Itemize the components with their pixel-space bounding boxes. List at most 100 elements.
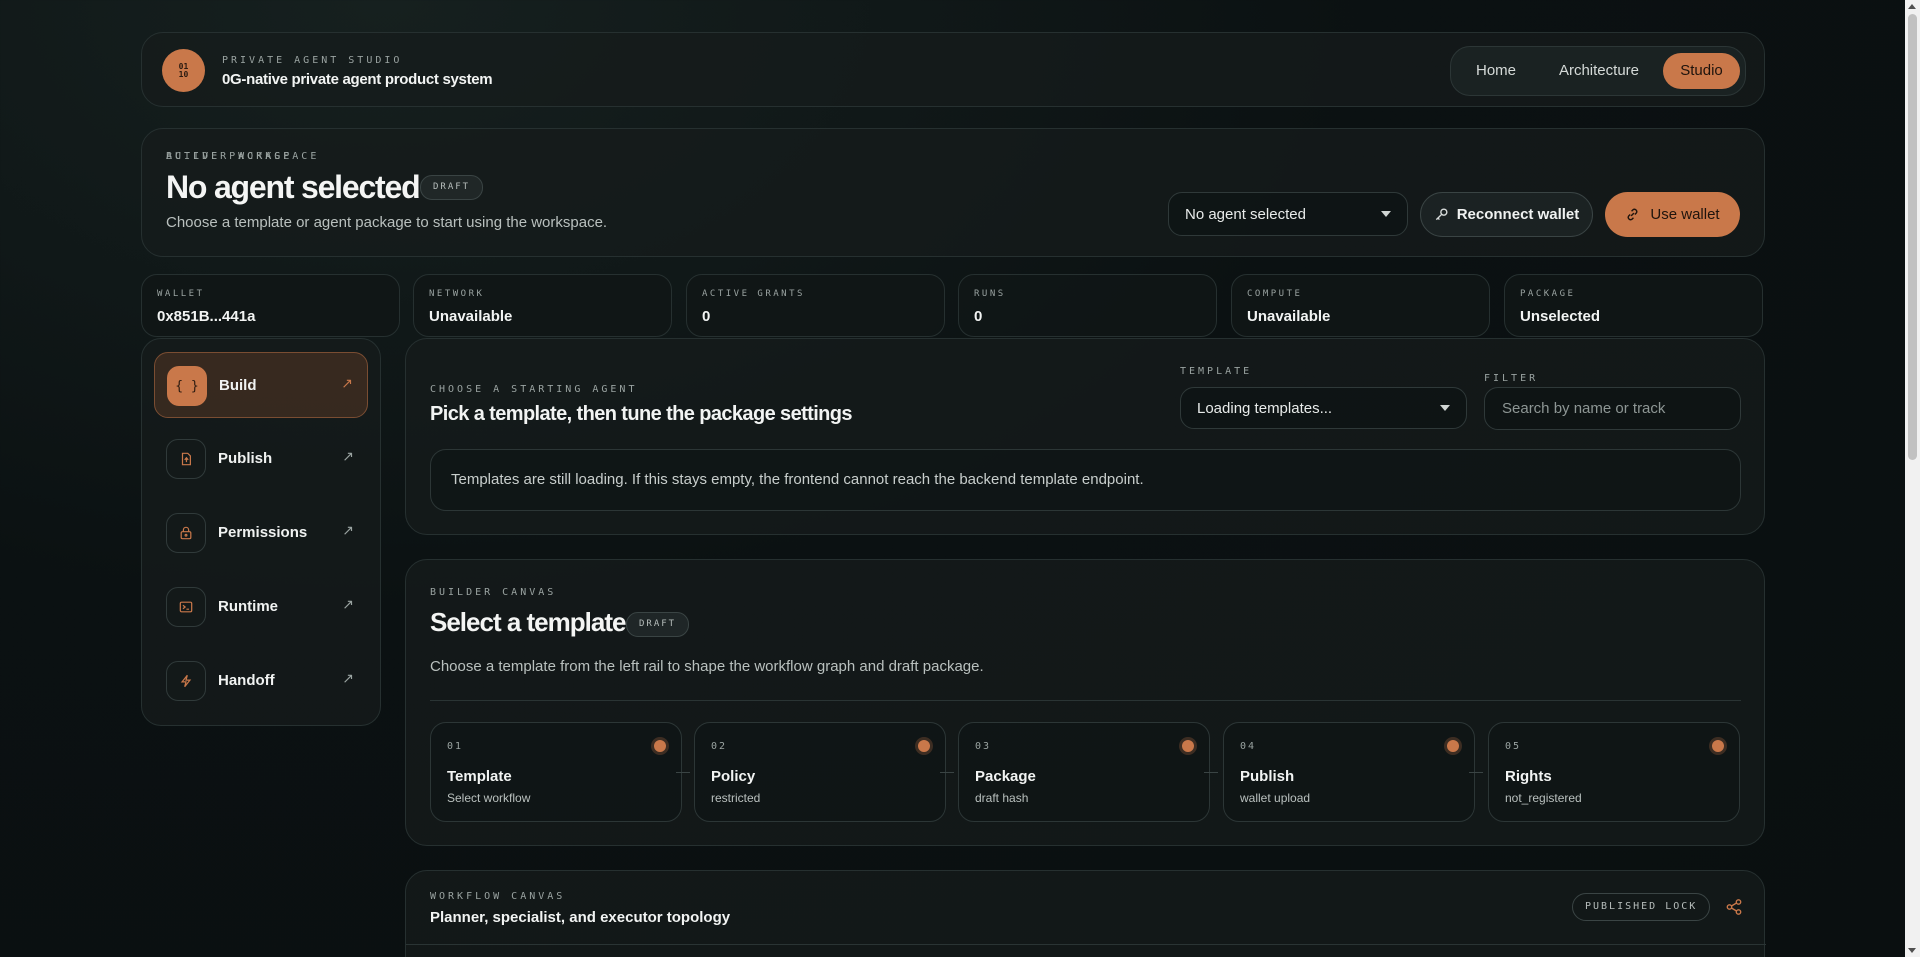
- step-number: 01: [447, 741, 464, 752]
- sidebar-item-label: Runtime: [218, 598, 278, 615]
- use-wallet-label: Use wallet: [1650, 206, 1720, 223]
- sidebar-item-label: Build: [219, 377, 257, 394]
- step-card-rights[interactable]: 05 Rights not_registered: [1488, 722, 1740, 822]
- step-connector: [676, 772, 690, 773]
- scroll-down-icon[interactable]: [1908, 948, 1916, 953]
- lock-icon: [166, 513, 206, 553]
- stat-label: WALLET: [157, 289, 205, 299]
- reconnect-wallet-button[interactable]: Reconnect wallet: [1420, 192, 1593, 237]
- arrow-up-right-icon: ↗: [341, 375, 353, 391]
- nav-architecture[interactable]: Architecture: [1543, 53, 1655, 89]
- scrollbar-thumb[interactable]: [1908, 14, 1917, 460]
- workflow-canvas: WORKFLOW CANVAS Planner, specialist, and…: [405, 870, 1766, 957]
- builder-subtitle: Choose a template from the left rail to …: [430, 658, 984, 675]
- logo[interactable]: 01 10: [162, 49, 205, 92]
- chooser-title: Pick a template, then tune the package s…: [430, 403, 853, 425]
- template-select-value: Loading templates...: [1197, 399, 1333, 417]
- workspace-title: No agent selected: [166, 169, 421, 205]
- arrow-up-right-icon: ↗: [342, 448, 354, 464]
- step-subtitle: draft hash: [975, 791, 1029, 805]
- filter-input[interactable]: [1484, 387, 1741, 430]
- braces-icon: { }: [167, 366, 207, 406]
- scroll-up-icon[interactable]: [1908, 4, 1916, 9]
- sidebar-item-build[interactable]: { } Build ↗: [154, 352, 368, 418]
- stat-value: 0: [702, 308, 711, 325]
- use-wallet-button[interactable]: Use wallet: [1605, 192, 1740, 237]
- arrow-up-right-icon: ↗: [342, 670, 354, 686]
- stat-label: COMPUTE: [1247, 289, 1303, 299]
- filter-label: FILTER: [1484, 373, 1539, 384]
- template-select[interactable]: Loading templates...: [1180, 387, 1467, 429]
- sidebar: { } Build ↗ Publish ↗ Permissions ↗ Runt…: [141, 338, 381, 726]
- top-bar: 01 10 PRIVATE AGENT STUDIO 0G-native pri…: [141, 32, 1765, 107]
- stat-runs: RUNS 0: [958, 274, 1217, 337]
- stat-label: PACKAGE: [1520, 289, 1576, 299]
- stat-value: Unselected: [1520, 308, 1601, 325]
- published-lock-badge: PUBLISHED LOCK: [1572, 893, 1711, 921]
- stat-value: Unavailable: [429, 308, 513, 325]
- stat-value: Unavailable: [1247, 308, 1331, 325]
- scrollbar[interactable]: [1905, 0, 1920, 957]
- workspace-subtitle: Choose a template or agent package to st…: [166, 214, 608, 231]
- loading-notice: Templates are still loading. If this sta…: [430, 449, 1741, 511]
- draft-badge: DRAFT: [420, 175, 484, 200]
- sidebar-item-handoff[interactable]: Handoff ↗: [154, 648, 368, 714]
- draft-badge: DRAFT: [626, 612, 690, 637]
- status-dot: [654, 740, 666, 752]
- reconnect-wallet-label: Reconnect wallet: [1456, 206, 1580, 223]
- share-icon[interactable]: [1725, 898, 1743, 916]
- link-icon: [1628, 208, 1638, 221]
- stat-package: PACKAGE Unselected: [1504, 274, 1763, 337]
- sidebar-item-label: Permissions: [218, 524, 308, 541]
- workspace-header: BUILDER WORKSPACE No agent selected DRAF…: [141, 128, 1765, 257]
- file-icon: [166, 439, 206, 479]
- active-package-value: No agent selected: [1185, 205, 1306, 223]
- sidebar-item-runtime[interactable]: Runtime ↗: [154, 574, 368, 640]
- nav-studio[interactable]: Studio: [1663, 53, 1740, 89]
- arrow-up-right-icon: ↗: [342, 522, 354, 538]
- main-nav: Home Architecture Studio: [1450, 46, 1746, 96]
- step-title: Publish: [1240, 768, 1295, 785]
- step-subtitle: wallet upload: [1240, 791, 1311, 805]
- template-label: TEMPLATE: [1180, 366, 1253, 377]
- logo-bottom: 10: [178, 69, 189, 79]
- divider: [406, 944, 1766, 945]
- step-subtitle: Select workflow: [447, 791, 531, 805]
- sidebar-item-label: Handoff: [218, 672, 275, 689]
- step-card-policy[interactable]: 02 Policy restricted: [694, 722, 946, 822]
- builder-canvas: BUILDER CANVAS Select a template DRAFT C…: [405, 559, 1765, 846]
- step-number: 04: [1240, 741, 1257, 752]
- step-number: 02: [711, 741, 728, 752]
- arrow-up-right-icon: ↗: [342, 596, 354, 612]
- divider: [430, 700, 1741, 701]
- workflow-eyebrow: WORKFLOW CANVAS: [430, 891, 566, 902]
- stat-active-grants: ACTIVE GRANTS 0: [686, 274, 945, 337]
- step-title: Package: [975, 768, 1036, 785]
- active-package-select[interactable]: No agent selected: [1168, 192, 1408, 236]
- step-connector: [1204, 772, 1218, 773]
- sidebar-item-permissions[interactable]: Permissions ↗: [154, 500, 368, 566]
- stat-value: 0: [974, 308, 983, 325]
- chevron-down-icon: [1440, 405, 1450, 411]
- step-card-publish[interactable]: 04 Publish wallet upload: [1223, 722, 1475, 822]
- stat-wallet: WALLET 0x851B...441a: [141, 274, 400, 337]
- step-subtitle: restricted: [711, 791, 761, 805]
- key-icon: [1435, 208, 1448, 221]
- stat-network: NETWORK Unavailable: [413, 274, 672, 337]
- step-connector: [1469, 772, 1483, 773]
- stat-compute: COMPUTE Unavailable: [1231, 274, 1490, 337]
- workflow-title: Planner, specialist, and executor topolo…: [430, 909, 731, 926]
- status-dot: [1447, 740, 1459, 752]
- status-dot: [1712, 740, 1724, 752]
- active-package-label: ACTIVE PACKAGE: [166, 151, 293, 162]
- bolt-icon: [166, 661, 206, 701]
- step-title: Policy: [711, 768, 756, 785]
- sidebar-item-publish[interactable]: Publish ↗: [154, 426, 368, 492]
- step-card-template[interactable]: 01 Template Select workflow: [430, 722, 682, 822]
- builder-title: Select a template: [430, 607, 626, 637]
- nav-home[interactable]: Home: [1459, 53, 1533, 89]
- step-card-package[interactable]: 03 Package draft hash: [958, 722, 1210, 822]
- step-subtitle: not_registered: [1505, 791, 1582, 805]
- chooser-eyebrow: CHOOSE A STARTING AGENT: [430, 384, 638, 395]
- step-title: Template: [447, 768, 512, 785]
